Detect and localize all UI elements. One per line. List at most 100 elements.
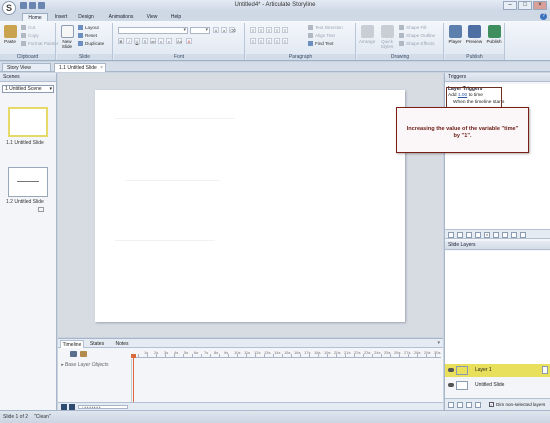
new-slide-button[interactable]: New Slide — [58, 25, 76, 49]
subscript-icon[interactable]: x — [158, 38, 164, 44]
quick-styles-button[interactable]: Quick Styles — [378, 25, 396, 49]
minimize-panel-icon[interactable]: ▾ — [437, 340, 440, 346]
edit-trigger-icon[interactable] — [457, 232, 463, 238]
clear-format-icon[interactable]: ⌫ — [229, 27, 236, 33]
text-direction-button[interactable]: Text Direction — [308, 25, 343, 31]
delete-layer-icon[interactable] — [466, 402, 472, 408]
timeline-ruler[interactable]: 1s 2s 3s 4s 5s 6s 7s 8s 9s 10s 11s 12s 13s 14s 15s 16s 1… — [132, 350, 441, 358]
new-trigger-icon[interactable] — [448, 232, 454, 238]
slide-tab-label: 1.1 Untitled Slide — [59, 65, 97, 71]
eye-icon[interactable] — [448, 368, 454, 372]
show-hide-icon[interactable] — [70, 351, 77, 357]
variables-icon[interactable] — [511, 232, 517, 238]
ruler-tick-label: 11s — [244, 350, 251, 355]
ruler-tick-label: 30s — [434, 350, 441, 355]
minimize-button[interactable]: – — [503, 1, 517, 10]
align-text-button[interactable]: Align Text — [308, 33, 335, 39]
tab-slide[interactable]: 1.1 Untitled Slide × — [54, 63, 106, 72]
layer-name: Layer 1 — [475, 367, 492, 373]
columns-icon[interactable]: ≡ — [282, 38, 288, 44]
move-up-icon[interactable] — [493, 232, 499, 238]
justify-icon[interactable]: ≡ — [274, 38, 280, 44]
player-button[interactable]: Player — [446, 25, 464, 44]
reset-button[interactable]: Reset — [78, 33, 97, 39]
slide-thumbnail[interactable] — [8, 167, 48, 197]
font-size-select[interactable] — [190, 27, 210, 34]
new-layer-icon[interactable] — [448, 402, 454, 408]
maximize-button[interactable]: □ — [518, 1, 532, 10]
shrink-font-icon[interactable]: a — [221, 27, 227, 33]
slide-group: New Slide Layout Reset Duplicate Slide — [57, 23, 113, 60]
app-logo[interactable]: S — [2, 1, 16, 15]
layout-button[interactable]: Layout — [78, 25, 99, 31]
group-label: Font — [114, 54, 244, 60]
italic-icon[interactable]: I — [126, 38, 132, 44]
tab-animations[interactable]: Animations — [104, 13, 138, 21]
help-icon[interactable]: ? — [540, 13, 547, 20]
align-right-icon[interactable]: ≡ — [266, 38, 272, 44]
zoom-slider[interactable]: ▪◂◂◂◂▸▸▸ — [78, 405, 128, 409]
copy-button[interactable]: Copy — [21, 33, 39, 39]
align-center-icon[interactable]: ≡ — [258, 38, 264, 44]
eye-icon[interactable] — [448, 383, 454, 387]
ruler-tick-label: 23s — [364, 350, 371, 355]
tab-timeline[interactable]: Timeline — [60, 340, 84, 348]
shape-fill-button[interactable]: Shape Fill — [399, 25, 426, 31]
align-left-icon[interactable]: ≡ — [250, 38, 256, 44]
show-triggers-icon[interactable] — [520, 232, 526, 238]
tab-states[interactable]: States — [86, 340, 108, 348]
change-case-icon[interactable]: Aa — [176, 38, 182, 44]
layer-row[interactable]: Layer 1 — [445, 364, 550, 377]
font-color-icon[interactable]: A — [186, 38, 192, 44]
publish-button[interactable]: Publish — [485, 25, 503, 44]
group-label: Clipboard — [0, 54, 55, 60]
lock-icon[interactable] — [80, 351, 87, 357]
copy-trigger-icon[interactable] — [466, 232, 472, 238]
tab-story-view[interactable]: Story View — [2, 63, 51, 72]
superscript-icon[interactable]: x — [166, 38, 172, 44]
format-painter-button[interactable]: Format Painter — [21, 41, 58, 47]
underline-icon[interactable]: U — [134, 38, 140, 44]
base-layer-row[interactable]: ▸ Base Layer Objects — [61, 362, 109, 368]
arrange-button[interactable]: Arrange — [358, 25, 376, 44]
duplicate-layer-icon[interactable] — [457, 402, 463, 408]
shape-effects-button[interactable]: Shape Effects — [399, 41, 435, 47]
numbering-icon[interactable]: ≡ — [258, 27, 264, 33]
shape-outline-button[interactable]: Shape Outline — [399, 33, 435, 39]
paste-trigger-icon[interactable] — [475, 232, 481, 238]
close-button[interactable]: × — [533, 1, 547, 10]
preview-button[interactable]: Preview — [465, 25, 483, 44]
tab-help[interactable]: Help — [166, 13, 186, 21]
scene-select[interactable]: 1 Untitled Scene — [2, 85, 54, 93]
delete-trigger-icon[interactable]: × — [484, 232, 490, 238]
bullets-icon[interactable]: ≡ — [250, 27, 256, 33]
increase-indent-icon[interactable]: ≡ — [274, 27, 280, 33]
font-family-select[interactable] — [118, 27, 188, 34]
tab-design[interactable]: Design — [74, 13, 98, 21]
find-text-button[interactable]: Find Text — [308, 41, 334, 47]
tab-insert[interactable]: Insert — [50, 13, 72, 21]
ruler-tick-label: 18s — [314, 350, 321, 355]
move-down-icon[interactable] — [502, 232, 508, 238]
tab-home[interactable]: Home — [22, 13, 48, 21]
layer-row[interactable]: Untitled Slide — [445, 379, 550, 392]
slide-thumbnail[interactable] — [8, 107, 48, 137]
tab-notes[interactable]: Notes — [112, 340, 132, 348]
cut-button[interactable]: Cut — [21, 25, 35, 31]
layer-properties-icon[interactable] — [542, 366, 548, 374]
bold-icon[interactable]: B — [118, 38, 124, 44]
dim-layers-checkbox[interactable]: ✓ — [489, 402, 494, 407]
close-icon[interactable]: × — [100, 64, 103, 73]
tab-view[interactable]: View — [142, 13, 162, 21]
clipboard-group: Paste Cut Copy Format Painter Clipboard — [0, 23, 58, 60]
playhead[interactable] — [133, 356, 134, 405]
paste-button[interactable]: Paste — [1, 25, 19, 44]
slide-page[interactable] — [95, 90, 405, 322]
strikethrough-icon[interactable]: ab — [150, 38, 156, 44]
grow-font-icon[interactable]: A — [213, 27, 219, 33]
line-spacing-icon[interactable]: ≡ — [282, 27, 288, 33]
layer-up-icon[interactable] — [475, 402, 481, 408]
decrease-indent-icon[interactable]: ≡ — [266, 27, 272, 33]
shadow-icon[interactable]: S — [142, 38, 148, 44]
duplicate-button[interactable]: Duplicate — [78, 41, 104, 47]
